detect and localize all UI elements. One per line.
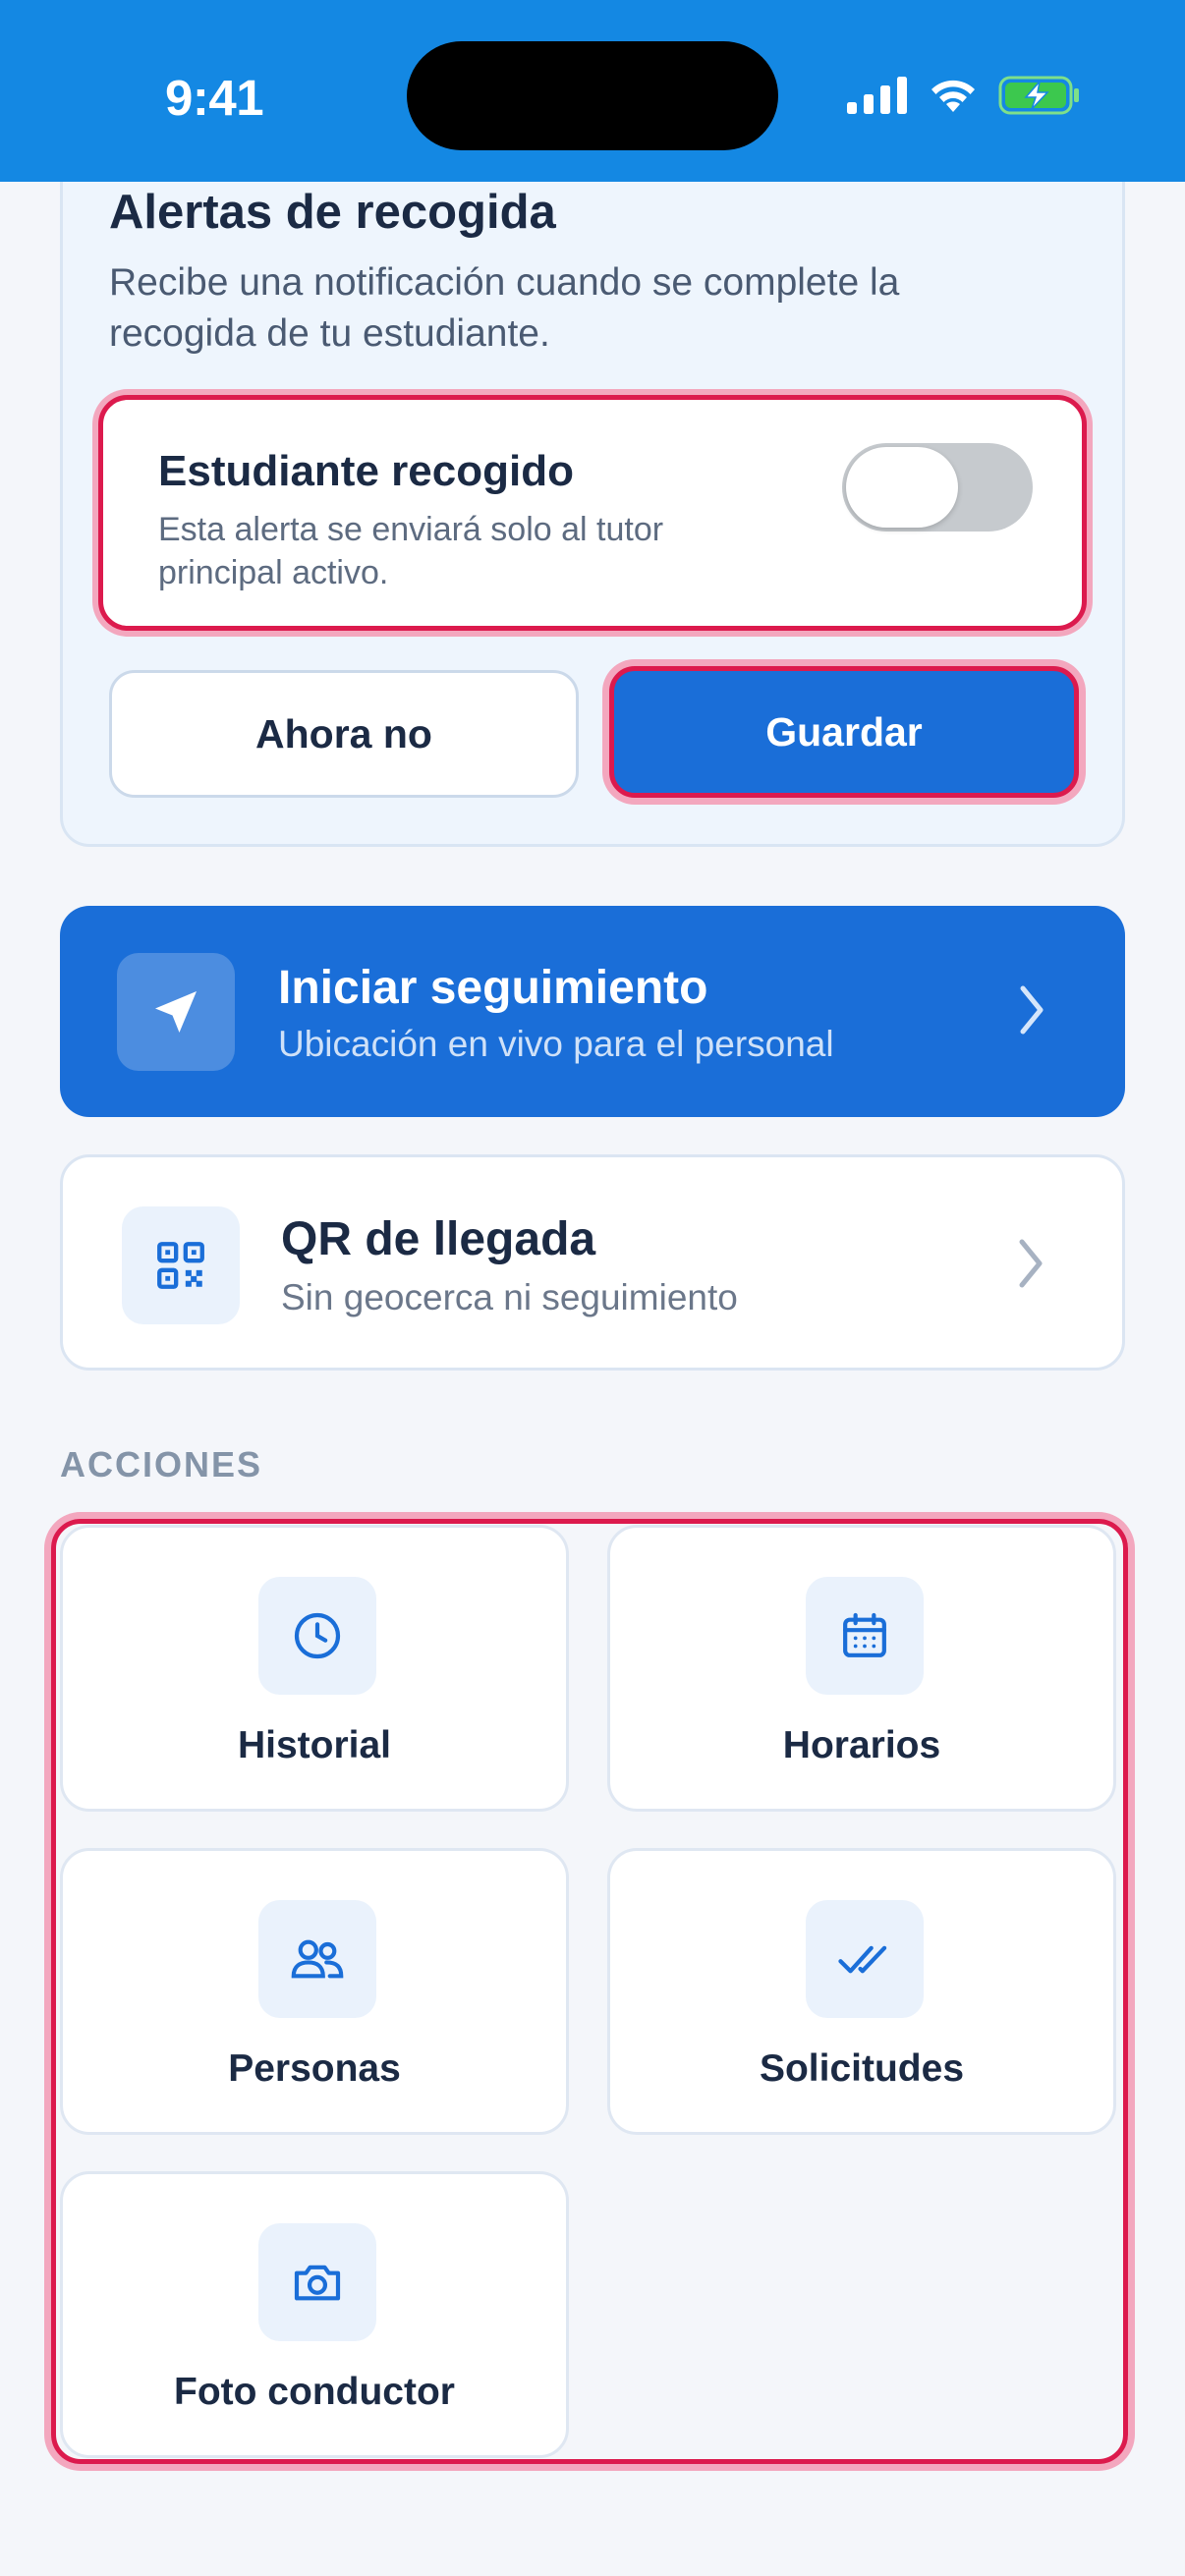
actions-section-label: ACCIONES (60, 1444, 263, 1484)
arrival-qr-subtitle: Sin geocerca ni seguimiento (281, 1277, 738, 1317)
pickup-alerts-description: Recibe una notificación cuando se comple… (109, 261, 900, 355)
navigation-arrow-icon (117, 953, 235, 1071)
student-picked-up-setting[interactable]: Estudiante recogido Esta alerta se envia… (98, 395, 1087, 631)
people-icon (258, 1900, 376, 2018)
signal-icon (847, 77, 907, 114)
action-label: Solicitudes (759, 2047, 965, 2090)
status-icons (847, 71, 1081, 120)
start-tracking-card[interactable]: Iniciar seguimiento Ubicación en vivo pa… (60, 906, 1125, 1117)
action-label: Horarios (782, 1724, 941, 1766)
start-tracking-subtitle: Ubicación en vivo para el personal (278, 1024, 834, 1064)
arrival-qr-title: QR de llegada (281, 1213, 596, 1265)
action-driver-photo[interactable]: Foto conductor (60, 2171, 569, 2458)
start-tracking-title: Iniciar seguimiento (278, 962, 708, 1014)
action-label: Historial (237, 1724, 392, 1766)
pickup-alerts-title: Alertas de recogida (109, 186, 556, 239)
chevron-right-icon (1019, 1239, 1043, 1288)
arrival-qr-card[interactable]: QR de llegada Sin geocerca ni seguimient… (60, 1154, 1125, 1371)
action-label: Personas (228, 2047, 401, 2090)
save-button[interactable]: Guardar (609, 666, 1079, 798)
action-history[interactable]: Historial (60, 1525, 569, 1812)
toggle-subtitle: Esta alerta se enviará solo al tutor pri… (158, 511, 664, 591)
clock-icon (258, 1577, 376, 1695)
toggle-title: Estudiante recogido (158, 447, 574, 495)
battery-charging-icon (998, 76, 1079, 115)
action-requests[interactable]: Solicitudes (607, 1848, 1116, 2135)
switch-knob (846, 447, 958, 528)
not-now-button[interactable]: Ahora no (109, 670, 579, 798)
double-check-icon (806, 1900, 924, 2018)
status-bar: 9:41 (0, 0, 1185, 182)
camera-icon (258, 2223, 376, 2341)
chevron-right-icon (1020, 985, 1044, 1035)
action-label: Foto conductor (174, 2371, 455, 2413)
wifi-icon (931, 80, 975, 112)
calendar-icon (806, 1577, 924, 1695)
action-people[interactable]: Personas (60, 1848, 569, 2135)
dynamic-island (407, 41, 778, 150)
screen: 9:41 Alertas de recogida Recibe una noti… (0, 0, 1185, 2576)
student-picked-up-switch[interactable] (842, 443, 1033, 532)
action-schedules[interactable]: Horarios (607, 1525, 1116, 1812)
status-time: 9:41 (165, 70, 264, 126)
qr-code-icon (122, 1206, 240, 1324)
